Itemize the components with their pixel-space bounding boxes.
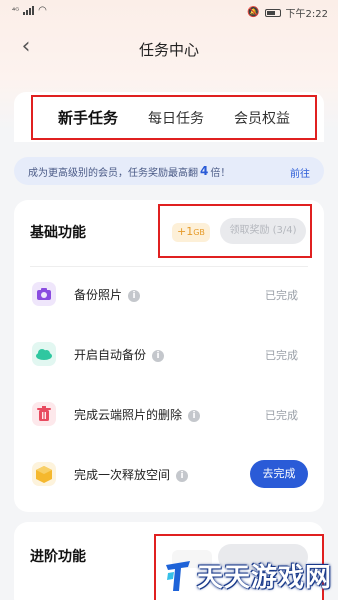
watermark-logo — [163, 559, 193, 593]
task-name: 开启自动备份 i — [74, 346, 165, 363]
task-name: 备份照片 i — [74, 286, 141, 303]
info-icon[interactable]: i — [188, 410, 201, 422]
trash-icon — [32, 402, 56, 426]
go-complete-button[interactable]: 去完成 — [250, 460, 308, 488]
task-row[interactable]: 完成云端照片的删除 i 已完成 — [14, 394, 324, 434]
section-title: 基础功能 — [30, 225, 86, 241]
task-row[interactable]: 开启自动备份 i 已完成 — [14, 334, 324, 374]
banner-multiplier: 4 — [200, 164, 209, 178]
info-icon[interactable]: i — [152, 350, 165, 362]
member-banner[interactable]: 成为更高级别的会员，任务奖励最高翻 4 倍！ 前往 — [14, 157, 324, 185]
info-icon[interactable]: i — [128, 290, 141, 302]
reward-unit: GB — [193, 228, 205, 237]
reward-amount: +1 — [177, 225, 194, 238]
banner-text-after: 倍！ — [210, 167, 231, 179]
camera-icon — [32, 282, 56, 306]
task-name: 完成一次释放空间 i — [74, 466, 189, 483]
signal-icon — [23, 6, 35, 15]
status-right: 🔕 下午2:22 — [247, 5, 328, 20]
banner-go-link[interactable]: 前往 — [290, 165, 310, 180]
banner-text-before: 成为更高级别的会员，任务奖励最高翻 — [28, 167, 198, 179]
task-row[interactable]: 备份照片 i 已完成 — [14, 274, 324, 314]
watermark-text: 天天游戏网 — [196, 563, 332, 593]
tab-bar: 新手任务 每日任务 会员权益 — [31, 95, 317, 140]
status-left: ⁴ᴳ ◠ — [12, 5, 47, 16]
tab-beginner-tasks[interactable]: 新手任务 — [58, 107, 118, 128]
watermark: 天天游戏网 — [163, 557, 332, 594]
app-header: ‹ 任务中心 — [0, 30, 338, 66]
cloud-icon — [32, 342, 56, 366]
tab-daily-tasks[interactable]: 每日任务 — [148, 108, 204, 128]
reward-tag: +1GB — [172, 223, 210, 242]
page-title: 任务中心 — [138, 41, 199, 59]
task-name: 完成云端照片的删除 i — [74, 406, 201, 423]
basic-functions-card: 基础功能 +1GB 领取奖励 (3/4) 备份照片 i 已完成 开启自动备份 i 已… — [14, 200, 324, 512]
network-type: ⁴ᴳ — [12, 6, 20, 15]
battery-icon — [264, 8, 281, 17]
mute-icon: 🔕 — [247, 7, 260, 18]
task-row[interactable]: 完成一次释放空间 i 去完成 — [14, 454, 324, 494]
task-status: 已完成 — [265, 409, 298, 422]
info-icon[interactable]: i — [176, 470, 189, 482]
status-time: 下午2:22 — [285, 9, 328, 20]
task-status: 已完成 — [265, 349, 298, 362]
tab-member-benefits[interactable]: 会员权益 — [234, 108, 290, 128]
status-bar: ⁴ᴳ ◠ 🔕 下午2:22 — [0, 0, 338, 24]
section-title: 进阶功能 — [30, 549, 86, 565]
wifi-icon: ◠ — [38, 5, 47, 16]
task-status: 已完成 — [265, 289, 298, 302]
claim-reward-button[interactable]: 领取奖励 (3/4) — [220, 218, 306, 244]
divider — [30, 266, 308, 267]
box-icon — [32, 462, 56, 486]
